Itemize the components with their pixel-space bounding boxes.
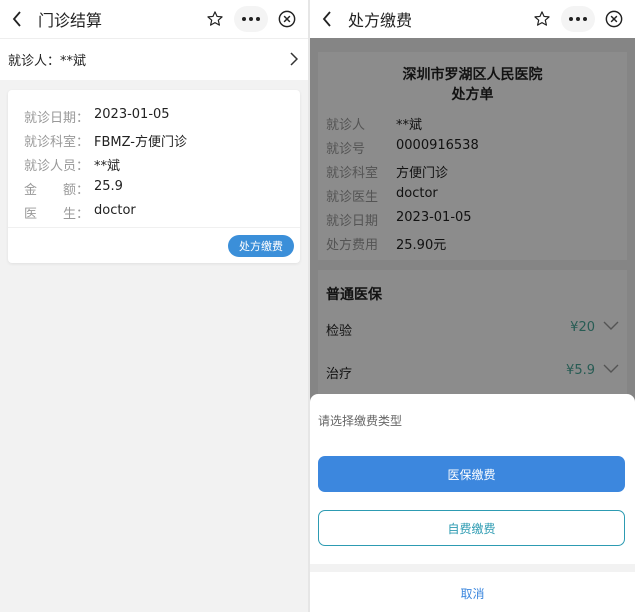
- record-row: 就诊日期： 2023-01-05: [24, 107, 170, 126]
- left-navbar: 门诊结算: [0, 0, 308, 38]
- card-divider: [8, 227, 300, 228]
- record-row: 金 额： 25.9: [24, 179, 123, 198]
- back-icon[interactable]: [12, 10, 30, 28]
- record-row: 医 生： doctor: [24, 203, 136, 222]
- page-title: 门诊结算: [38, 11, 103, 30]
- record-value: 2023-01-05: [94, 107, 170, 122]
- record-label: 医 生：: [24, 207, 90, 222]
- record-value: **斌: [94, 159, 121, 174]
- right-navbar: 处方缴费: [310, 0, 635, 38]
- visit-record-card: 就诊日期： 2023-01-05 就诊科室： FBMZ-方便门诊 就诊人员： *…: [8, 90, 300, 263]
- patient-selector[interactable]: 就诊人：**斌: [0, 38, 308, 80]
- nav-actions: [202, 6, 300, 32]
- star-icon[interactable]: [202, 6, 228, 32]
- star-icon[interactable]: [529, 6, 555, 32]
- record-value: doctor: [94, 203, 136, 218]
- sheet-title: 请选择缴费类型: [318, 414, 403, 428]
- record-value: 25.9: [94, 179, 123, 194]
- left-screen: 门诊结算 就诊人：**斌 就诊日期： 2023-01-05 就诊科室： FBMZ…: [0, 0, 308, 612]
- record-row: 就诊人员： **斌: [24, 155, 120, 174]
- more-icon[interactable]: [561, 6, 595, 32]
- close-icon[interactable]: [274, 6, 300, 32]
- self-pay-button[interactable]: 自费缴费: [318, 510, 625, 546]
- chevron-right-icon: [290, 52, 299, 70]
- right-screen: 处方缴费 深圳市罗湖区人民医院 处方单 就诊人 **斌 就诊号 00009165…: [310, 0, 635, 612]
- payment-type-sheet: 请选择缴费类型 医保缴费 自费缴费 取消: [310, 394, 635, 612]
- back-icon[interactable]: [322, 10, 340, 28]
- more-icon[interactable]: [234, 6, 268, 32]
- insurance-pay-button[interactable]: 医保缴费: [318, 456, 625, 492]
- sheet-separator: [310, 564, 635, 572]
- record-label: 就诊科室：: [24, 135, 90, 150]
- record-row: 就诊科室： FBMZ-方便门诊: [24, 131, 187, 150]
- record-value: FBMZ-方便门诊: [94, 135, 187, 150]
- close-icon[interactable]: [601, 6, 627, 32]
- cancel-button[interactable]: 取消: [310, 580, 635, 606]
- page-title: 处方缴费: [348, 11, 413, 30]
- prescription-pay-button[interactable]: 处方缴费: [228, 235, 294, 257]
- nav-actions: [529, 6, 627, 32]
- record-label: 金 额：: [24, 183, 90, 198]
- patient-label: 就诊人：**斌: [8, 54, 87, 69]
- record-label: 就诊人员：: [24, 159, 90, 174]
- record-label: 就诊日期：: [24, 111, 90, 126]
